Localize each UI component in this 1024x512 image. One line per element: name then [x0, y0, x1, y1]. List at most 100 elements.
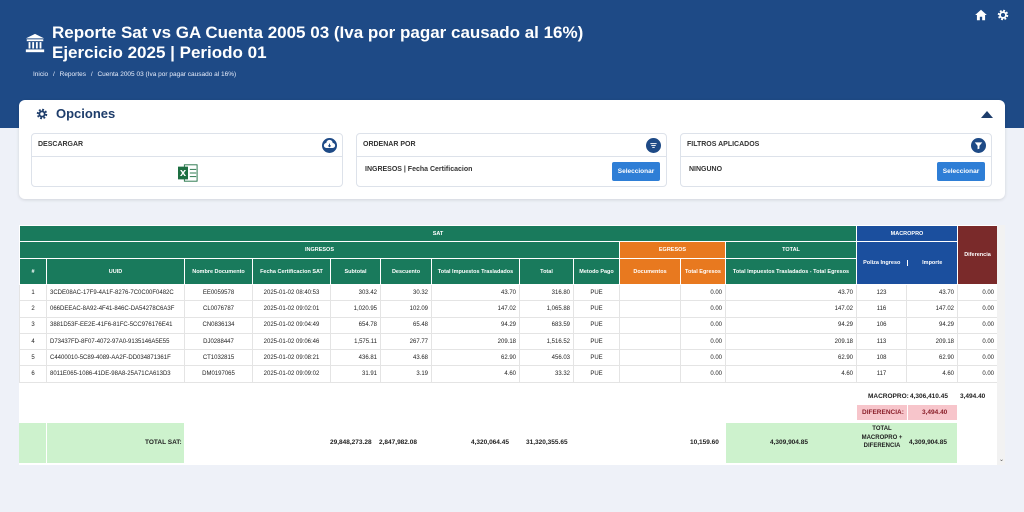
table-cell: 116: [856, 300, 907, 318]
table-cell: 2025-01-02 09:08:21: [252, 349, 331, 367]
table-cell: D73437FD-8F07-4072-97A0-9135146A5E55: [46, 332, 185, 351]
table-cell: 0.00: [680, 365, 726, 383]
table-cell: DJ0288447: [184, 332, 253, 351]
excel-icon[interactable]: X: [177, 163, 199, 183]
table-cell: PUE: [573, 332, 620, 351]
table-cell: PUE: [573, 283, 620, 302]
table-cell: 62.90: [431, 349, 520, 367]
breadcrumb-reportes[interactable]: Reportes: [60, 71, 86, 78]
table-cell: 0.00: [680, 300, 726, 318]
report-table: SAT MACROPRO Diferencia INGRESOS EGRESOS…: [19, 225, 998, 383]
table-cell: 1,020.95: [330, 300, 381, 318]
table-cell: 0.00: [680, 349, 726, 367]
table-cell: 1,575.11: [330, 332, 381, 351]
col-total-impuestos: Total Impuestos Trasladados: [431, 258, 520, 285]
table-cell: 3.19: [380, 365, 432, 383]
table-cell: CN0836134: [184, 316, 253, 334]
table-cell: 43.70: [906, 283, 958, 302]
macropro-label: MACROPRO:: [868, 393, 909, 400]
col-importe: Importe: [922, 260, 943, 266]
table-cell: 0.00: [680, 332, 726, 351]
title-line-1: Reporte Sat vs GA Cuenta 2005 03 (Iva po…: [52, 23, 584, 42]
gear-icon[interactable]: [996, 8, 1010, 22]
col-impuestos-menos-egresos: Total Impuestos Trasladados - Total Egre…: [725, 258, 857, 285]
table-cell: 123: [856, 283, 907, 302]
order-label: ORDENAR POR: [363, 141, 416, 148]
table-cell: 209.18: [431, 332, 520, 351]
table-cell: 2025-01-02 09:09:02: [252, 365, 331, 383]
table-cell: 0.00: [957, 316, 998, 334]
table-cell: 209.18: [725, 332, 857, 351]
table-cell: 106: [856, 316, 907, 334]
breadcrumb-current: Cuenta 2005 03 (Iva por pagar causado al…: [97, 71, 237, 78]
table-cell: 3: [19, 316, 47, 334]
order-value: INGRESOS | Fecha Certificacion: [365, 166, 473, 173]
gear-icon: [36, 108, 48, 119]
collapse-caret-icon[interactable]: [981, 111, 993, 118]
table-row: 2 066DEEAC-8A92-4F41-846C-DA54278C6A3F CL0…: [19, 300, 998, 318]
group-diferencia: Diferencia: [957, 225, 998, 285]
table-cell: 147.02: [906, 300, 958, 318]
table-cell: 2025-01-02 09:06:46: [252, 332, 331, 351]
table-cell: EE0059578: [184, 283, 253, 302]
table-cell: 147.02: [431, 300, 520, 318]
table-cell: CL0076787: [184, 300, 253, 318]
table-cell: [619, 349, 681, 367]
filter-icon: [971, 138, 986, 153]
table-row: 4 D73437FD-8F07-4072-97A0-9135146A5E55 DJ0…: [19, 332, 998, 351]
table-cell: 102.09: [380, 300, 432, 318]
filters-card: FILTROS APLICADOS NINGUNO Seleccionar: [680, 133, 992, 187]
order-card: ORDENAR POR INGRESOS | Fecha Certificaci…: [356, 133, 667, 187]
group-macropro: MACROPRO: [856, 225, 958, 242]
filters-select-button[interactable]: Seleccionar: [937, 162, 985, 181]
table-cell: [619, 283, 681, 302]
order-select-button[interactable]: Seleccionar: [612, 162, 660, 181]
options-title: Opciones: [56, 106, 116, 121]
table-cell: 65.48: [380, 316, 432, 334]
table-cell: 43.70: [725, 283, 857, 302]
table-cell: 303.42: [330, 283, 381, 302]
total-diff: 4,309,904.85: [770, 439, 808, 446]
total-egresos: 10,159.60: [690, 439, 719, 446]
table-cell: 6: [19, 365, 47, 383]
table-cell: 8011E065-1086-41DE-98A8-25A71CA613D3: [46, 365, 185, 383]
col-total-egresos: Total Egresos: [680, 258, 726, 285]
table-cell: 4.60: [431, 365, 520, 383]
table-cell: 683.59: [519, 316, 574, 334]
table-cell: 113: [856, 332, 907, 351]
group-ingresos: INGRESOS: [19, 241, 620, 259]
breadcrumb-separator: /: [53, 71, 55, 78]
table-cell: [619, 332, 681, 351]
table-scrollbar[interactable]: ⌄: [997, 225, 1005, 465]
table-cell: 0.00: [957, 332, 998, 351]
table-cell: [619, 300, 681, 318]
breadcrumb-inicio[interactable]: Inicio: [33, 71, 48, 78]
table-cell: 4: [19, 332, 47, 351]
group-egresos: EGRESOS: [619, 241, 726, 259]
table-cell: 43.70: [431, 283, 520, 302]
macropro-side-value: 3,494.40: [960, 393, 986, 400]
table-cell: 43.68: [380, 349, 432, 367]
home-icon[interactable]: [974, 8, 988, 22]
total-sat-label: TOTAL SAT:: [145, 439, 182, 446]
download-label: DESCARGAR: [38, 141, 84, 148]
breadcrumb: Inicio / Reportes / Cuenta 2005 03 (Iva …: [33, 71, 239, 78]
table-cell: 1: [19, 283, 47, 302]
table-cell: 267.77: [380, 332, 432, 351]
title-line-2: Ejercicio 2025 | Periodo 01: [52, 43, 267, 62]
table-cell: 316.80: [519, 283, 574, 302]
table-cell: 0.00: [957, 349, 998, 367]
scroll-down-icon[interactable]: ⌄: [999, 456, 1004, 463]
table-cell: PUE: [573, 316, 620, 334]
table-cell: 62.90: [906, 349, 958, 367]
col-uuid: UUID: [46, 258, 185, 285]
table-cell: 3881D53F-EE2E-41F6-81FC-5CC976176E41: [46, 316, 185, 334]
table-cell: [619, 316, 681, 334]
svg-text:X: X: [180, 168, 187, 178]
download-card: DESCARGAR X: [31, 133, 343, 187]
macropro-value: 4,306,410.45: [910, 393, 948, 400]
sort-icon: [646, 138, 661, 153]
table-row: 5 C4400010-5C89-4089-AA2F-DD034871361F CT1…: [19, 349, 998, 367]
table-cell: 2025-01-02 08:40:53: [252, 283, 331, 302]
table-cell: 108: [856, 349, 907, 367]
